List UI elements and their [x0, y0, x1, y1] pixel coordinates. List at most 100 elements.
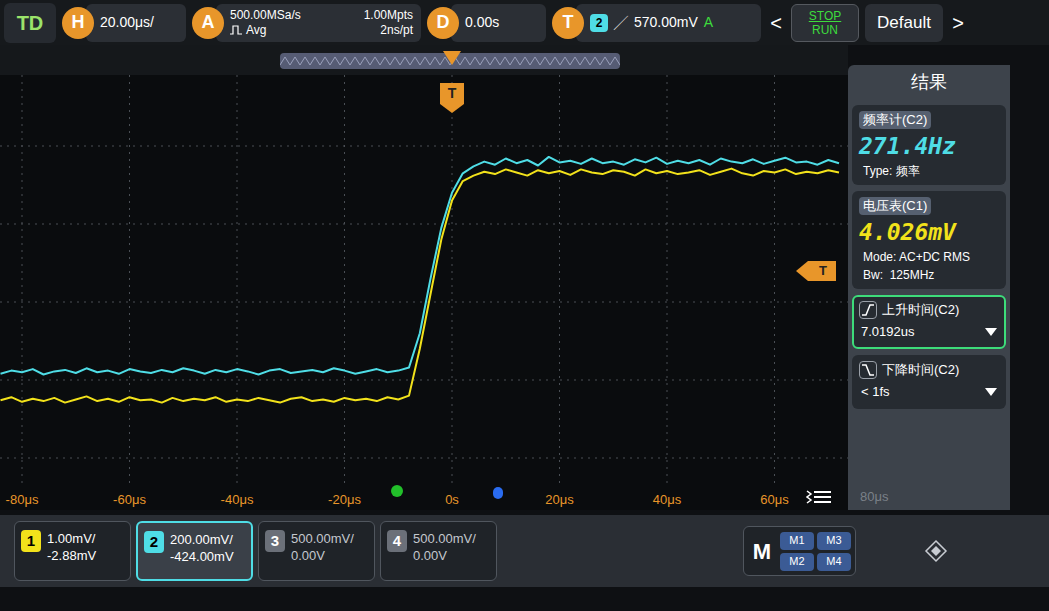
delay-value: 0.00s: [465, 12, 499, 33]
navigate-icon: [924, 539, 948, 563]
math-button[interactable]: M4: [817, 553, 851, 571]
measurement-card[interactable]: 频率计(C2) 271.4Hz Type: 频率: [852, 105, 1006, 185]
channel-settings: 200.00mV/-424.00mV: [170, 531, 234, 565]
channel-settings: 500.00mV/0.00V: [291, 530, 354, 564]
sample-rate: 500.00MSa/s: [230, 8, 301, 23]
measurement-label: 频率计(C2): [859, 111, 931, 129]
trigger-edge: ╱: [614, 12, 628, 33]
delay-box[interactable]: 0.00s: [451, 4, 546, 42]
channel-number: 3: [265, 530, 285, 552]
falling-edge-icon: [861, 363, 875, 377]
trace-line: [1, 169, 840, 403]
measurement-detail: Type: 频率: [859, 163, 999, 179]
nav-left-button[interactable]: <: [767, 4, 785, 42]
acquire-mode: Avg: [246, 23, 266, 38]
delay[interactable]: D 0.00s: [427, 4, 546, 42]
navigate-button[interactable]: [861, 526, 1011, 576]
channel-scale: 500.00mV/: [291, 530, 354, 547]
resolution: 2ns/pt: [380, 23, 413, 38]
trigger-level-marker[interactable]: T: [796, 261, 836, 281]
results-panel: 结果频率计(C2)271.4HzType: 频率电压表(C1)4.026mVMo…: [848, 65, 1010, 510]
time-label: -60μs: [113, 490, 146, 510]
measurement-row: 7.0192us: [859, 321, 999, 343]
acquire-row: 500.00MSa/s1.00Mpts: [230, 8, 413, 23]
acquire[interactable]: A 500.00MSa/s1.00MptsAvg 2ns/pt: [192, 4, 421, 42]
measurement-header: 下降时间(C2): [859, 361, 999, 379]
measurement-value-box: 271.4Hz: [859, 131, 999, 161]
trigger-box[interactable]: 2╱570.00mVA: [576, 4, 761, 42]
rising-edge-icon: [861, 303, 875, 317]
acquire-box[interactable]: 500.00MSa/s1.00MptsAvg 2ns/pt: [216, 4, 421, 42]
measurement-label: 上升时间(C2): [882, 301, 959, 319]
channel-offset: -424.00mV: [170, 548, 234, 565]
waveform-plot: TT: [0, 75, 848, 485]
channel-button[interactable]: 11.00mV/-2.88mV: [14, 521, 131, 581]
edge-icon-box: [859, 361, 877, 379]
horizontal[interactable]: H20.00μs/: [62, 4, 186, 42]
math-button[interactable]: M3: [817, 532, 851, 550]
measurement-value: 271.4Hz: [859, 133, 956, 159]
dropdown-icon: [985, 388, 997, 396]
acquire-key[interactable]: A: [192, 7, 224, 39]
measurement-detail: Bw: 125MHz: [859, 267, 999, 283]
nav-right-button[interactable]: >: [949, 4, 967, 42]
status-indicator: TD: [4, 3, 56, 43]
measurement-value-box: 4.026mV: [859, 217, 999, 247]
channel-offset: -2.88mV: [47, 547, 96, 564]
acquire-row: Avg 2ns/pt: [230, 23, 413, 38]
cursor-dot[interactable]: [391, 485, 403, 497]
acquire-mode-icon: [230, 25, 242, 35]
timeline-strip: [0, 45, 848, 75]
bezel-bottom: [0, 587, 1049, 611]
time-label: 20μs: [545, 490, 573, 510]
measurement-card[interactable]: 电压表(C1)4.026mVMode: AC+DC RMSBw: 125MHz: [852, 191, 1006, 289]
math-button[interactable]: M2: [780, 553, 814, 571]
math-button[interactable]: M1: [780, 532, 814, 550]
waveform-area: TT-80μs-60μs-40μs-20μs0s20μs40μs60μs: [0, 45, 848, 510]
measurement-header: 上升时间(C2): [859, 301, 999, 319]
time-label: 40μs: [653, 490, 681, 510]
measurement-label: 下降时间(C2): [882, 361, 959, 379]
trace: [1, 157, 840, 375]
math-label[interactable]: M: [748, 535, 776, 568]
channel-number: 4: [387, 530, 407, 552]
channel-settings: 500.00mV/0.00V: [413, 530, 476, 564]
horizontal-box[interactable]: 20.00μs/: [86, 4, 186, 42]
time-axis: -80μs-60μs-40μs-20μs0s20μs40μs60μs: [0, 485, 848, 510]
edge-icon-box: [859, 301, 877, 319]
default-button[interactable]: Default: [865, 4, 943, 42]
bezel: [1010, 45, 1049, 510]
waveform-grid: [0, 75, 848, 485]
trigger[interactable]: T2╱570.00mVA: [552, 4, 761, 42]
time-label: 0s: [445, 490, 459, 510]
trigger-time-marker[interactable]: T: [440, 83, 464, 113]
measurement-row: < 1fs: [859, 381, 999, 403]
trigger-coupling: A: [704, 12, 713, 33]
horizontal-key[interactable]: H: [62, 7, 94, 39]
delay-key[interactable]: D: [427, 7, 459, 39]
math-block[interactable]: MM1M3M2M4: [743, 526, 856, 576]
channel-offset: 0.00V: [413, 547, 476, 564]
channel-number: 2: [144, 531, 164, 553]
run-stop-bottom: RUN: [812, 23, 838, 37]
top-bar: TDH20.00μs/A500.00MSa/s1.00MptsAvg2ns/pt…: [0, 0, 1049, 45]
measurement-card[interactable]: 上升时间(C2) 7.0192us: [852, 295, 1006, 349]
channel-button[interactable]: 4 500.00mV/0.00V: [380, 521, 497, 581]
measurement-card[interactable]: 下降时间(C2) < 1fs: [852, 355, 1006, 409]
main-area: TT-80μs-60μs-40μs-20μs0s20μs40μs60μs结果频率…: [0, 45, 1049, 510]
results-title: 结果: [852, 65, 1006, 99]
channel-button[interactable]: 3 500.00mV/0.00V: [258, 521, 375, 581]
measurement-label: 电压表(C1): [859, 197, 931, 215]
measurement-value: 7.0192us: [861, 322, 915, 342]
cursor-dot[interactable]: [493, 487, 503, 499]
time-label: -40μs: [221, 490, 254, 510]
channel-scale: 1.00mV/: [47, 530, 96, 547]
channel-button[interactable]: 2 200.00mV/-424.00mV: [136, 521, 253, 581]
run-stop-button[interactable]: STOPRUN: [791, 4, 859, 42]
time-label: -20μs: [328, 490, 361, 510]
trigger-key[interactable]: T: [552, 7, 584, 39]
channel-offset: 0.00V: [291, 547, 354, 564]
measurement-value: 4.026mV: [859, 219, 956, 245]
channel-bar: 11.00mV/-2.88mV 2 200.00mV/-424.00mV 3 500.0…: [0, 515, 1049, 587]
math-grid: M1M3M2M4: [780, 532, 851, 571]
